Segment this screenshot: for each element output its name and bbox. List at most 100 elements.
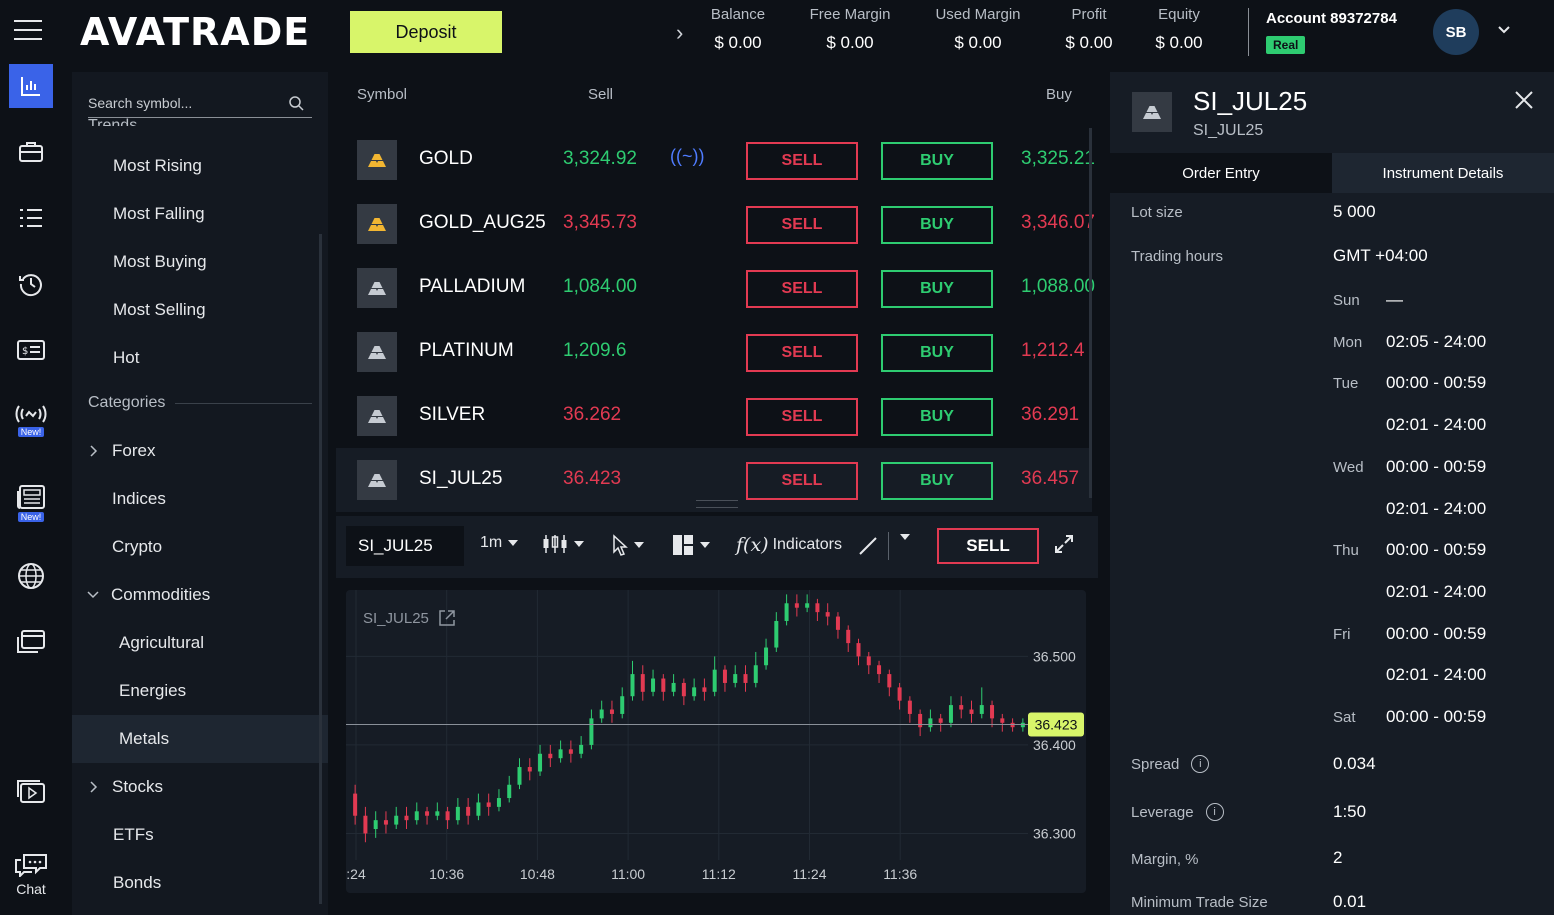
nav-trading-chart[interactable] xyxy=(9,64,53,108)
sell-button[interactable]: SELL xyxy=(746,462,858,500)
trend-item-hot[interactable]: Hot xyxy=(72,334,328,382)
spread-label: Spread i xyxy=(1131,755,1210,773)
nav-watchlist[interactable] xyxy=(9,196,53,240)
chart-symbol-input[interactable] xyxy=(346,526,464,566)
nav-markets[interactable] xyxy=(9,554,53,598)
search-icon[interactable] xyxy=(288,95,304,111)
nav-history[interactable] xyxy=(9,262,53,306)
min-trade-size-value: 0.01 xyxy=(1333,892,1367,911)
sell-button[interactable]: SELL xyxy=(746,398,858,436)
candle-body xyxy=(651,678,656,692)
candle-body xyxy=(907,700,912,714)
layout-grid-icon xyxy=(673,535,693,555)
column-header-symbol[interactable]: Symbol xyxy=(357,86,407,103)
categories-heading: Categories xyxy=(88,394,312,412)
nav-funds[interactable]: $ xyxy=(9,328,53,372)
draw-line-icon xyxy=(859,537,877,555)
buy-button[interactable]: BUY xyxy=(881,398,993,436)
symbol-panel-scrollbar[interactable] xyxy=(319,234,322,904)
metal-bars-icon xyxy=(357,460,397,500)
nav-windows[interactable] xyxy=(9,620,53,664)
candle-body xyxy=(712,669,717,692)
sell-button[interactable]: SELL xyxy=(746,206,858,244)
svg-text:$: $ xyxy=(22,346,28,357)
nav-portfolio[interactable] xyxy=(9,130,53,174)
market-list-scrollbar[interactable] xyxy=(1089,128,1092,498)
table-row-silver[interactable]: SILVER 36.262 SELL BUY 36.291 xyxy=(336,384,1092,448)
candle-body xyxy=(979,705,984,714)
category-bonds[interactable]: Bonds xyxy=(72,859,328,907)
video-play-icon xyxy=(17,780,45,803)
category-energies[interactable]: Energies xyxy=(72,667,328,715)
candle-body xyxy=(733,674,738,683)
search-input[interactable] xyxy=(88,94,288,111)
sell-button[interactable]: SELL xyxy=(746,334,858,372)
avatar[interactable]: SB xyxy=(1433,9,1479,55)
hamburger-menu-icon[interactable] xyxy=(14,20,46,44)
candle-body xyxy=(363,815,368,834)
stat-equity: Equity $ 0.00 xyxy=(1155,6,1203,52)
table-row-palladium[interactable]: PALLADIUM 1,084.00 SELL BUY 1,088.00 xyxy=(336,256,1095,320)
sell-button[interactable]: SELL xyxy=(746,270,858,308)
category-crypto[interactable]: Crypto xyxy=(72,523,328,571)
category-commodities[interactable]: Commodities xyxy=(72,571,328,619)
column-header-sell[interactable]: Sell xyxy=(588,86,613,103)
draw-line-tool[interactable] xyxy=(858,536,878,556)
external-link-icon[interactable] xyxy=(437,608,457,628)
fullscreen-button[interactable] xyxy=(1054,534,1074,554)
chart-sell-button[interactable]: SELL xyxy=(937,528,1039,564)
table-row-gold[interactable]: GOLD 3,324.92 SELL BUY 3,325.21 ((~)) xyxy=(336,128,1095,192)
category-forex[interactable]: Forex xyxy=(72,427,328,475)
cursor-tool-dropdown[interactable] xyxy=(612,534,644,556)
category-etfs[interactable]: ETFs xyxy=(72,811,328,859)
candlestick-chart[interactable]: :24 10:36 10:48 11:00 11:12 11:24 11:36 36.500 3… xyxy=(346,590,1086,893)
candle-body xyxy=(990,705,995,719)
symbol-name: PLATINUM xyxy=(419,340,514,361)
nav-video[interactable] xyxy=(9,770,53,814)
candle-body xyxy=(589,718,594,745)
buy-button[interactable]: BUY xyxy=(881,462,993,500)
tab-instrument-details[interactable]: Instrument Details xyxy=(1332,153,1554,193)
trading-hours-label: Trading hours xyxy=(1131,248,1223,265)
draw-tools-dropdown[interactable] xyxy=(894,534,910,540)
sell-price: 1,209.6 xyxy=(563,340,627,361)
tab-order-entry[interactable]: Order Entry xyxy=(1110,153,1332,193)
buy-button[interactable]: BUY xyxy=(881,270,993,308)
table-row-platinum[interactable]: PLATINUM 1,209.6 SELL BUY 1,212.4 xyxy=(336,320,1092,384)
nav-chat[interactable]: Chat xyxy=(9,846,53,904)
symbol-panel: Trends Most Rising Most Falling Most Buy… xyxy=(72,72,328,915)
category-agricultural[interactable]: Agricultural xyxy=(72,619,328,667)
info-icon[interactable]: i xyxy=(1191,755,1210,773)
deposit-button[interactable]: Deposit xyxy=(350,11,502,53)
buy-button[interactable]: BUY xyxy=(881,206,993,244)
buy-button[interactable]: BUY xyxy=(881,334,993,372)
nav-signals[interactable]: New! xyxy=(9,394,53,446)
x-tick-label: 10:36 xyxy=(429,866,464,882)
close-icon[interactable] xyxy=(1512,88,1536,112)
chevron-right-icon[interactable]: › xyxy=(676,20,683,46)
resize-handle[interactable] xyxy=(696,500,738,508)
candle-body xyxy=(517,767,522,785)
hours-time: 00:00 - 00:59 xyxy=(1386,623,1487,643)
table-row-gold-aug25[interactable]: GOLD_AUG25 3,345.73 SELL BUY 3,346.07 xyxy=(336,192,1095,256)
layout-dropdown[interactable] xyxy=(672,534,710,556)
briefcase-icon xyxy=(19,142,43,162)
chevron-down-icon[interactable] xyxy=(1496,22,1512,38)
nav-news[interactable]: New! xyxy=(9,476,53,530)
category-stocks[interactable]: Stocks xyxy=(72,763,328,811)
timeframe-dropdown[interactable]: 1m xyxy=(480,534,519,552)
info-icon[interactable]: i xyxy=(1205,803,1224,821)
trend-item-most-rising[interactable]: Most Rising xyxy=(72,142,328,190)
indicators-button[interactable]: f(x) Indicators xyxy=(736,534,842,556)
category-indices[interactable]: Indices xyxy=(72,475,328,523)
price-chart[interactable]: :24 10:36 10:48 11:00 11:12 11:24 11:36 36.500 3… xyxy=(346,590,1086,893)
trend-item-most-falling[interactable]: Most Falling xyxy=(72,190,328,238)
trend-item-most-buying[interactable]: Most Buying xyxy=(72,238,328,286)
trend-item-most-selling[interactable]: Most Selling xyxy=(72,286,328,334)
buy-button[interactable]: BUY xyxy=(881,142,993,180)
column-header-buy[interactable]: Buy xyxy=(1046,86,1072,103)
signal-wave-icon[interactable]: ((~)) xyxy=(670,146,705,167)
category-metals[interactable]: Metals xyxy=(72,715,328,763)
sell-button[interactable]: SELL xyxy=(746,142,858,180)
chart-type-dropdown[interactable] xyxy=(542,534,584,554)
